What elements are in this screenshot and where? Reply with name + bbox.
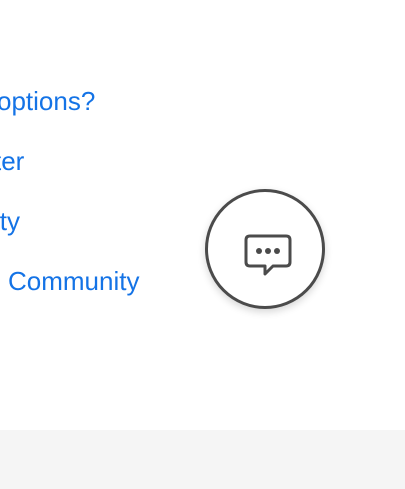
- footer-band: [0, 430, 405, 489]
- support-community-link[interactable]: Community: [8, 266, 139, 296]
- chat-bubble-ellipsis-icon: [242, 233, 294, 279]
- community-link[interactable]: ity: [0, 206, 20, 236]
- chat-button[interactable]: [205, 189, 325, 309]
- support-options-link[interactable]: options?: [0, 86, 95, 116]
- help-center-link[interactable]: ter: [0, 146, 24, 176]
- support-links-list: options? ter ity Community: [0, 0, 405, 430]
